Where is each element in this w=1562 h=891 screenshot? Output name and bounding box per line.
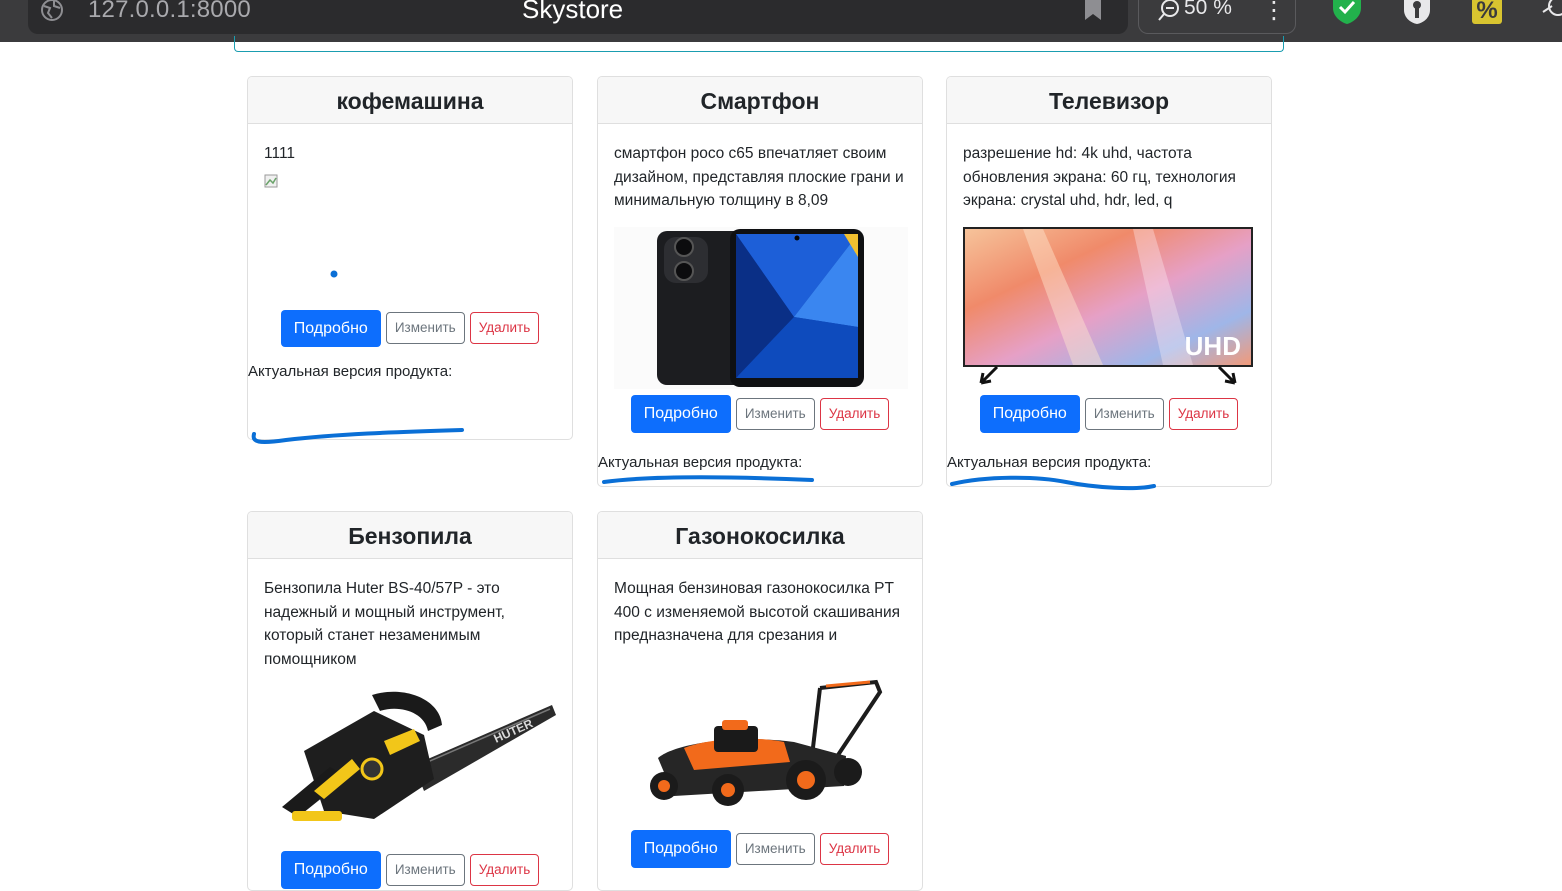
product-title: Бензопила bbox=[248, 512, 572, 559]
product-card: Газонокосилка Мощная бензиновая газоноко… bbox=[597, 511, 923, 891]
more-options-icon[interactable]: ⋮ bbox=[1262, 0, 1286, 25]
site-info-icon[interactable] bbox=[40, 0, 64, 22]
percent-extension-icon[interactable]: % bbox=[1470, 0, 1504, 24]
ink-underline bbox=[602, 475, 814, 484]
product-card: Смартфон смартфон poco c65 впечатляет св… bbox=[597, 76, 923, 487]
bookmark-icon[interactable] bbox=[1082, 0, 1104, 22]
cursor-dot bbox=[330, 270, 338, 277]
details-button[interactable]: Подробно bbox=[630, 829, 731, 868]
delete-button[interactable]: Удалить bbox=[819, 397, 890, 430]
svg-text:%: % bbox=[1476, 0, 1497, 24]
svg-text:UHD: UHD bbox=[1185, 331, 1241, 361]
product-title: Телевизор bbox=[947, 77, 1271, 124]
ink-underline bbox=[950, 475, 1156, 491]
extension-icon[interactable] bbox=[1538, 0, 1562, 24]
chainsaw-image: HUTER bbox=[264, 681, 558, 845]
product-description: разрешение hd: 4k uhd, частота обновлени… bbox=[963, 145, 1236, 209]
product-title: Смартфон bbox=[598, 77, 922, 124]
product-card: Телевизор разрешение hd: 4k uhd, частота… bbox=[946, 76, 1272, 487]
edit-button[interactable]: Изменить bbox=[385, 312, 465, 344]
zoom-level[interactable]: 50 % bbox=[1184, 0, 1232, 20]
product-title: кофемашина bbox=[248, 77, 572, 124]
edit-button[interactable]: Изменить bbox=[735, 832, 815, 865]
edit-button[interactable]: Изменить bbox=[735, 397, 815, 430]
broken-image-icon bbox=[264, 174, 278, 187]
page-title: Skystore bbox=[522, 0, 624, 24]
delete-button[interactable]: Удалить bbox=[469, 312, 540, 344]
delete-button[interactable]: Удалить bbox=[469, 854, 540, 886]
version-label: Актуальная версия продукта: bbox=[598, 453, 803, 471]
product-description: смартфон poco c65 впечатляет своим дизай… bbox=[614, 145, 904, 209]
ink-underline bbox=[251, 428, 464, 444]
product-card: Бензопила Бензопила Huter BS-40/57P - эт… bbox=[247, 511, 573, 891]
product-card: кофемашина 1111 Подробно Изменить Удалит… bbox=[247, 76, 573, 440]
product-description: Бензопила Huter BS-40/57P - это надежный… bbox=[264, 580, 505, 668]
product-description: 1111 bbox=[264, 145, 296, 162]
shield-check-icon[interactable] bbox=[1330, 0, 1364, 24]
product-description: Мощная бензиновая газонокосилка PT 400 с… bbox=[614, 580, 901, 644]
key-extension-icon[interactable] bbox=[1402, 0, 1432, 24]
edit-button[interactable]: Изменить bbox=[385, 854, 465, 886]
edit-button[interactable]: Изменить bbox=[1084, 397, 1164, 430]
version-label: Актуальная версия продукта: bbox=[248, 362, 453, 380]
smartphone-image bbox=[614, 226, 908, 389]
delete-button[interactable]: Удалить bbox=[1168, 397, 1239, 430]
details-button[interactable]: Подробно bbox=[979, 394, 1080, 433]
delete-button[interactable]: Удалить bbox=[819, 832, 890, 865]
address-url[interactable]: 127.0.0.1:8000 bbox=[88, 0, 251, 24]
details-button[interactable]: Подробно bbox=[630, 394, 731, 433]
page-container-edge bbox=[234, 36, 1284, 52]
version-label: Актуальная версия продукта: bbox=[947, 453, 1152, 471]
lawnmower-image bbox=[614, 661, 908, 824]
details-button[interactable]: Подробно bbox=[280, 851, 381, 889]
tv-image: UHD bbox=[963, 226, 1255, 389]
zoom-out-icon[interactable] bbox=[1156, 0, 1182, 22]
product-title: Газонокосилка bbox=[598, 512, 922, 559]
details-button[interactable]: Подробно bbox=[280, 309, 381, 347]
